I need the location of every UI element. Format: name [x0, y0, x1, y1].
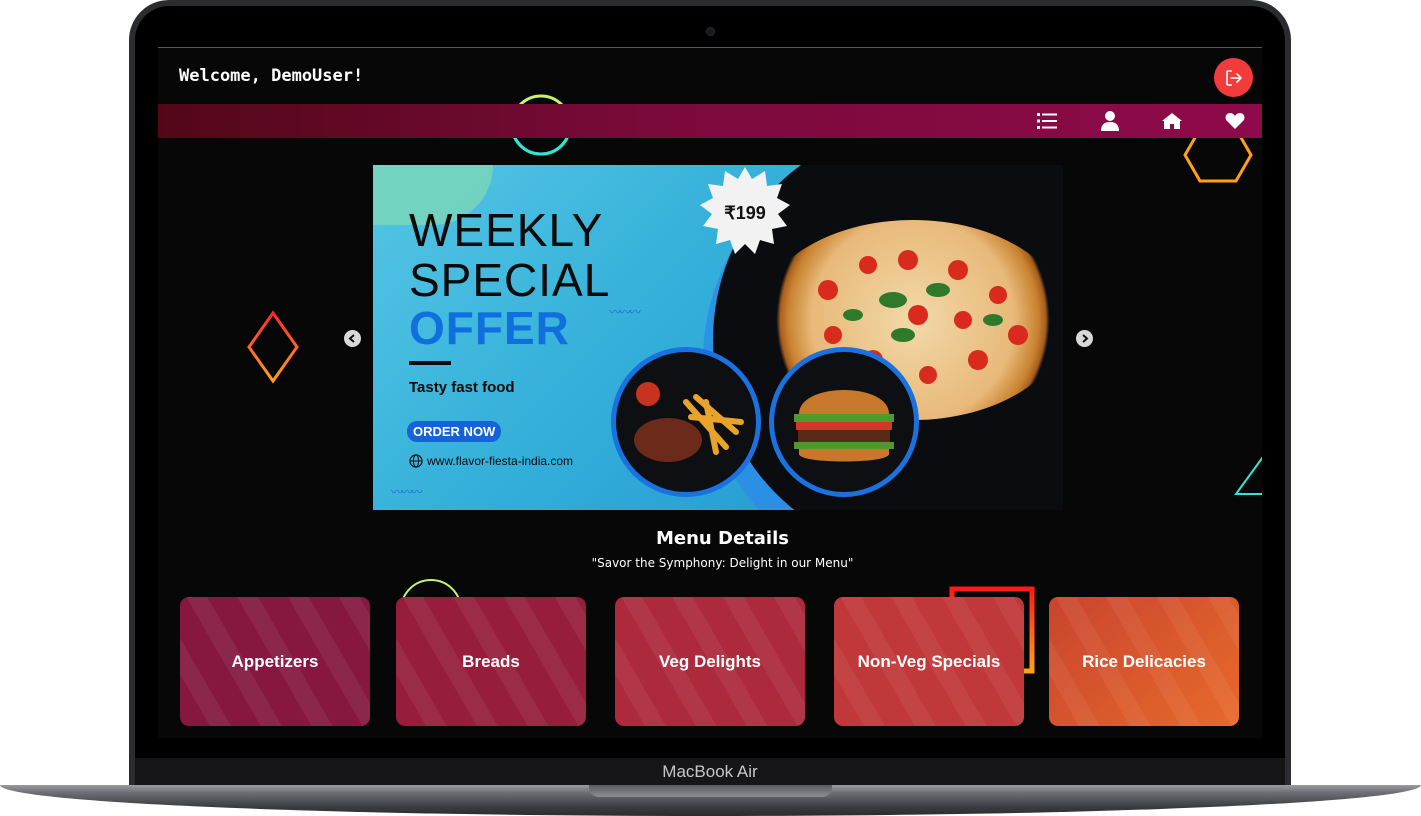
- logout-icon: [1225, 69, 1242, 86]
- wave-decoration-1: 〰〰〰: [609, 305, 641, 319]
- banner-line-2: SPECIAL: [409, 254, 611, 306]
- home-button[interactable]: [1160, 109, 1184, 133]
- banner-tagline: Tasty fast food: [409, 379, 515, 396]
- category-label: Rice Delicacies: [1082, 651, 1206, 671]
- device-label: MacBook Air: [662, 762, 758, 781]
- category-card-appetizers[interactable]: Appetizers: [180, 597, 370, 726]
- burger-image: [769, 347, 919, 497]
- category-label: Non-Veg Specials: [857, 651, 1001, 671]
- heart-icon: [1225, 113, 1245, 129]
- category-label: Veg Delights: [658, 651, 762, 671]
- price-text: ₹199: [724, 203, 765, 223]
- laptop-notch: [589, 785, 832, 797]
- wave-decoration-2: 〰〰〰: [391, 485, 423, 499]
- banner-line-1: WEEKLY: [409, 204, 604, 256]
- laptop-chin: MacBook Air: [135, 758, 1285, 788]
- category-label: Appetizers: [231, 651, 319, 671]
- chevron-right-icon: [1082, 334, 1089, 343]
- camera-icon: [706, 27, 715, 36]
- globe-icon: [409, 454, 423, 468]
- decorative-triangle: [1234, 456, 1262, 495]
- menu-title: Menu Details: [656, 528, 789, 549]
- category-card-breads[interactable]: Breads: [396, 597, 586, 726]
- category-card-veg-delights[interactable]: Veg Delights: [615, 597, 805, 726]
- steak-fries-image: [611, 347, 761, 497]
- decorative-diamond: [247, 310, 299, 384]
- logout-button[interactable]: [1214, 58, 1253, 97]
- menu-subtitle: "Savor the Symphony: Delight in our Menu…: [591, 556, 854, 570]
- top-navbar: [158, 104, 1262, 138]
- app-screen: Welcome, DemoUser! ₹199 WEEKLY SPECIAL O…: [158, 47, 1262, 738]
- carousel-slide[interactable]: ₹199 WEEKLY SPECIAL OFFER Tasty fast foo…: [373, 165, 1063, 510]
- carousel-next-button[interactable]: [1076, 330, 1093, 347]
- category-card-rice-delicacies[interactable]: Rice Delicacies: [1049, 597, 1239, 726]
- welcome-message: Welcome, DemoUser!: [179, 66, 364, 86]
- category-card-non-veg-specials[interactable]: Non-Veg Specials: [834, 597, 1024, 726]
- menu-list-icon: [1037, 113, 1057, 129]
- price-badge: ₹199: [700, 167, 790, 254]
- order-now-button[interactable]: ORDER NOW: [407, 421, 502, 442]
- chevron-left-icon: [348, 334, 355, 343]
- website-text: www.flavor-fiesta-india.com: [427, 454, 574, 468]
- menu-list-button[interactable]: [1035, 109, 1059, 133]
- carousel-prev-button[interactable]: [344, 330, 361, 347]
- banner-line-3: OFFER: [409, 302, 570, 354]
- favorites-button[interactable]: [1223, 109, 1247, 133]
- category-label: Breads: [462, 651, 520, 671]
- banner-divider: [409, 361, 451, 365]
- profile-button[interactable]: [1098, 109, 1122, 133]
- user-icon: [1101, 111, 1119, 131]
- home-icon: [1162, 113, 1182, 129]
- banner-website: www.flavor-fiesta-india.com: [409, 454, 573, 468]
